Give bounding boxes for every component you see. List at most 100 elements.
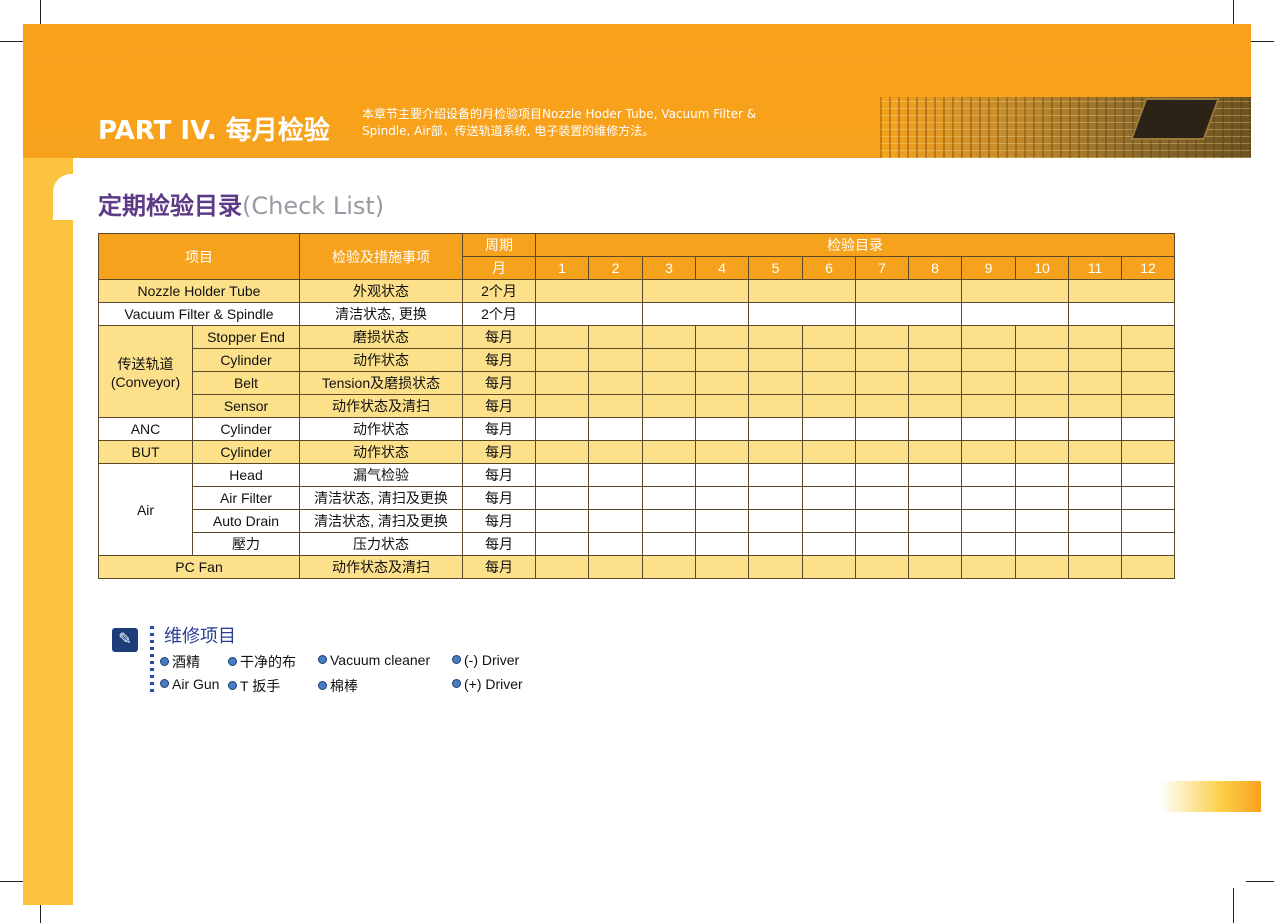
check-cell <box>1068 440 1122 464</box>
row-sub-item: 壓力 <box>192 532 300 556</box>
check-cell <box>695 325 749 349</box>
check-cell <box>1121 417 1175 441</box>
check-cell <box>1068 532 1122 556</box>
row-sub-item: Air Filter <box>192 486 300 510</box>
check-cell <box>1015 463 1069 487</box>
check-cell <box>748 486 803 510</box>
month-header: 8 <box>908 256 962 280</box>
bullet-icon <box>452 679 461 688</box>
check-cell <box>695 486 749 510</box>
check-cell <box>1068 348 1122 372</box>
check-cell <box>588 348 643 372</box>
check-cell <box>642 486 696 510</box>
tool-item: Air Gun <box>160 676 219 692</box>
check-cell <box>1068 486 1122 510</box>
check-cell <box>695 532 749 556</box>
check-cell <box>802 348 856 372</box>
check-cell <box>588 532 643 556</box>
check-cell <box>961 555 1016 579</box>
check-cell <box>961 279 1069 303</box>
check-cell <box>1068 302 1175 326</box>
check-cell <box>961 417 1016 441</box>
check-cell <box>695 463 749 487</box>
check-cell <box>961 394 1016 418</box>
check-cell <box>908 371 962 395</box>
check-cell <box>588 417 643 441</box>
check-cell <box>642 440 696 464</box>
header-description: 本章节主要介绍设备的月检验项目Nozzle Hoder Tube, Vacuum… <box>362 106 782 140</box>
row-period: 每月 <box>462 371 536 395</box>
check-cell <box>535 440 589 464</box>
page-edge-tab <box>1160 781 1261 812</box>
check-cell <box>1068 371 1122 395</box>
check-cell <box>535 463 589 487</box>
check-cell <box>748 279 856 303</box>
bullet-icon <box>160 657 169 666</box>
table-row: 壓力 压力状态 每月 <box>99 532 1175 556</box>
check-cell <box>748 371 803 395</box>
check-cell <box>1068 417 1122 441</box>
group-label: 传送轨道 <box>117 355 174 372</box>
check-cell <box>588 394 643 418</box>
table-row: Nozzle Holder Tube 外观状态 2个月 <box>98 279 1175 303</box>
check-cell <box>908 348 962 372</box>
row-period: 每月 <box>462 509 536 533</box>
check-cell <box>535 302 643 326</box>
row-sub-item: Stopper End <box>192 325 300 349</box>
check-list-table: 项目 检验及措施事项 周期 检验目录 月 1 2 3 4 5 6 7 8 9 1… <box>98 233 1175 579</box>
check-cell <box>961 509 1016 533</box>
row-period: 每月 <box>462 325 536 349</box>
check-cell <box>748 463 803 487</box>
row-period: 每月 <box>462 486 536 510</box>
bullet-icon <box>452 655 461 664</box>
row-check: 漏气检验 <box>299 463 463 487</box>
table-row: 传送轨道 (Conveyor) Stopper End 磨损状态 每月 <box>98 325 1175 418</box>
tool-item: 干净的布 <box>228 652 296 672</box>
check-cell <box>1121 325 1175 349</box>
check-cell <box>802 417 856 441</box>
check-cell <box>961 440 1016 464</box>
row-check: 清洁状态, 清扫及更换 <box>299 486 463 510</box>
row-period: 每月 <box>462 463 536 487</box>
check-cell <box>802 509 856 533</box>
check-cell <box>855 348 909 372</box>
check-cell <box>535 555 589 579</box>
check-cell <box>535 394 589 418</box>
tool-item: 棉棒 <box>318 676 358 696</box>
check-cell <box>748 417 803 441</box>
check-cell <box>748 532 803 556</box>
check-cell <box>1068 509 1122 533</box>
check-cell <box>908 417 962 441</box>
check-cell <box>642 555 696 579</box>
check-cell <box>802 463 856 487</box>
description-line-1: 本章节主要介绍设备的月检验项目Nozzle Hoder Tube, Vacuum… <box>362 107 757 121</box>
row-check: 动作状态及清扫 <box>299 555 463 579</box>
part-title: PART IV. 每月检验 <box>98 116 330 146</box>
row-item: PC Fan <box>98 555 300 579</box>
check-cell <box>1015 417 1069 441</box>
crop-mark <box>1233 888 1234 923</box>
check-cell <box>695 440 749 464</box>
check-cell <box>855 440 909 464</box>
check-cell <box>1015 532 1069 556</box>
row-sub-item: Cylinder <box>192 417 300 441</box>
check-cell <box>908 486 962 510</box>
bullet-icon <box>228 657 237 666</box>
check-cell <box>1015 440 1069 464</box>
check-cell <box>802 532 856 556</box>
group-label-en: (Conveyor) <box>110 373 181 390</box>
check-cell <box>588 371 643 395</box>
row-check: 清洁状态, 更换 <box>299 302 463 326</box>
check-cell <box>908 325 962 349</box>
row-group-conveyor: 传送轨道 (Conveyor) <box>98 325 193 418</box>
table-row: Vacuum Filter & Spindle 清洁状态, 更换 2个月 <box>98 302 1175 326</box>
table-row: BUT Cylinder 动作状态 每月 <box>98 440 1175 464</box>
check-cell <box>588 486 643 510</box>
bullet-icon <box>318 681 327 690</box>
check-cell <box>1015 486 1069 510</box>
check-cell <box>1121 532 1175 556</box>
chip-image <box>1133 100 1217 138</box>
tool-item: (-) Driver <box>452 652 519 668</box>
check-cell <box>908 555 962 579</box>
header-period: 周期 <box>462 233 536 257</box>
